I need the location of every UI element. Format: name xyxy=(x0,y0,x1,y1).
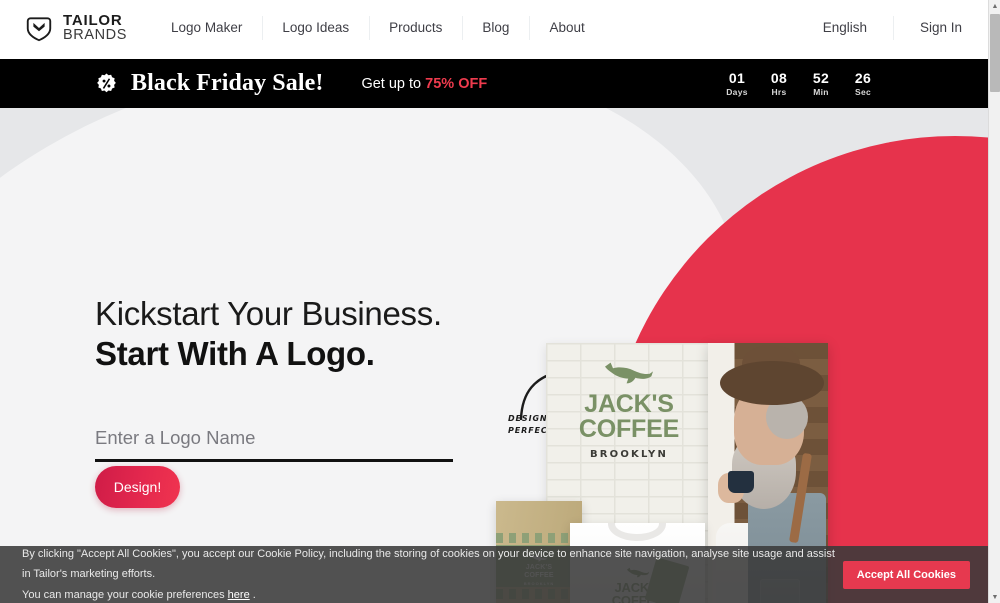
promo-title: Black Friday Sale! xyxy=(131,70,324,96)
countdown-days-value: 01 xyxy=(728,69,746,86)
poster-line-1: JACK'S xyxy=(584,390,674,418)
nav-link-blog[interactable]: Blog xyxy=(462,12,529,44)
accept-all-cookies-button[interactable]: Accept All Cookies xyxy=(842,560,970,589)
input-underline xyxy=(95,459,453,462)
percent-badge-icon xyxy=(97,73,116,93)
poster-line-3: BROOKLYN xyxy=(589,449,669,460)
hero-section: Kickstart Your Business. Start With A Lo… xyxy=(0,108,988,603)
countdown-hours-value: 08 xyxy=(770,69,788,86)
nav-link-logo-ideas[interactable]: Logo Ideas xyxy=(262,12,369,44)
promo-discount-highlight: 75% OFF xyxy=(425,75,488,92)
vertical-scrollbar[interactable]: ▲ ▼ xyxy=(988,0,1000,603)
brand-wordmark: TAILOR BRANDS xyxy=(63,13,127,43)
shield-gem-logo-icon xyxy=(26,17,52,42)
nav-link-about[interactable]: About xyxy=(529,12,604,44)
countdown-timer: 01 Days 08 Hrs 52 Min 26 Sec xyxy=(722,70,878,98)
cookie-text-line-2-prefix: You can manage your cookie preferences xyxy=(22,588,228,601)
tshirt-collar xyxy=(608,523,666,541)
cookie-preferences-link[interactable]: here xyxy=(228,589,250,601)
countdown-days-label: Days xyxy=(726,87,748,98)
countdown-minutes-value: 52 xyxy=(812,69,830,86)
brand-logo[interactable]: TAILOR BRANDS xyxy=(24,13,127,43)
sign-in-link[interactable]: Sign In xyxy=(894,12,988,44)
headline-line-1: Kickstart Your Business. xyxy=(95,295,442,332)
top-navigation-bar: TAILOR BRANDS Logo Maker Logo Ideas Prod… xyxy=(0,0,988,56)
nav-link-products[interactable]: Products xyxy=(369,12,462,44)
cookie-consent-text: By clicking "Accept All Cookies", you ac… xyxy=(22,544,842,603)
headline-line-2: Start With A Logo. xyxy=(95,335,375,373)
brand-word-line1: TAILOR xyxy=(63,11,123,29)
hero-headline: Kickstart Your Business. Start With A Lo… xyxy=(95,294,525,375)
cookie-text-line-1: By clicking "Accept All Cookies", you ac… xyxy=(22,547,835,581)
countdown-minutes-label: Min xyxy=(813,87,829,98)
countdown-hours-label: Hrs xyxy=(771,87,787,98)
scroll-down-arrow-icon[interactable]: ▼ xyxy=(989,591,1000,603)
countdown-minutes: 52 Min xyxy=(806,70,836,98)
countdown-seconds: 26 Sec xyxy=(848,70,878,98)
design-submit-button[interactable]: Design! xyxy=(95,466,180,508)
black-friday-promo-banner[interactable]: Black Friday Sale! Get up to 75% OFF 01 … xyxy=(0,59,988,108)
secondary-nav-links: English Sign In xyxy=(797,0,988,56)
promo-subtitle-prefix: Get up to xyxy=(361,75,426,92)
photo-fedora-hat xyxy=(720,361,824,405)
nav-link-logo-maker[interactable]: Logo Maker xyxy=(151,12,262,44)
countdown-hours: 08 Hrs xyxy=(764,70,794,98)
countdown-seconds-label: Sec xyxy=(854,87,872,98)
countdown-days: 01 Days xyxy=(722,70,752,98)
promo-headline-group: Black Friday Sale! Get up to 75% OFF xyxy=(96,70,487,97)
logo-name-field-group xyxy=(95,418,453,462)
poster-logo-lockup: JACK'S COFFEE BROOKLYN xyxy=(546,361,712,460)
photo-espresso-cup xyxy=(728,471,754,493)
scroll-up-arrow-icon[interactable]: ▲ xyxy=(989,0,1000,12)
cookie-text-line-2-suffix: . xyxy=(249,588,256,601)
cookie-consent-bar: By clicking "Accept All Cookies", you ac… xyxy=(0,546,988,603)
fox-silhouette-icon xyxy=(605,362,653,384)
countdown-seconds-value: 26 xyxy=(854,69,872,86)
promo-subtitle: Get up to 75% OFF xyxy=(361,76,487,92)
brand-word-line2: BRANDS xyxy=(63,27,128,44)
logo-name-input[interactable] xyxy=(95,418,453,458)
scrollbar-thumb[interactable] xyxy=(990,14,1000,92)
language-selector[interactable]: English xyxy=(797,12,893,44)
primary-nav-links: Logo Maker Logo Ideas Products Blog Abou… xyxy=(151,0,605,56)
page-root: TAILOR BRANDS Logo Maker Logo Ideas Prod… xyxy=(0,0,1000,603)
poster-line-2: COFFEE xyxy=(578,415,680,443)
